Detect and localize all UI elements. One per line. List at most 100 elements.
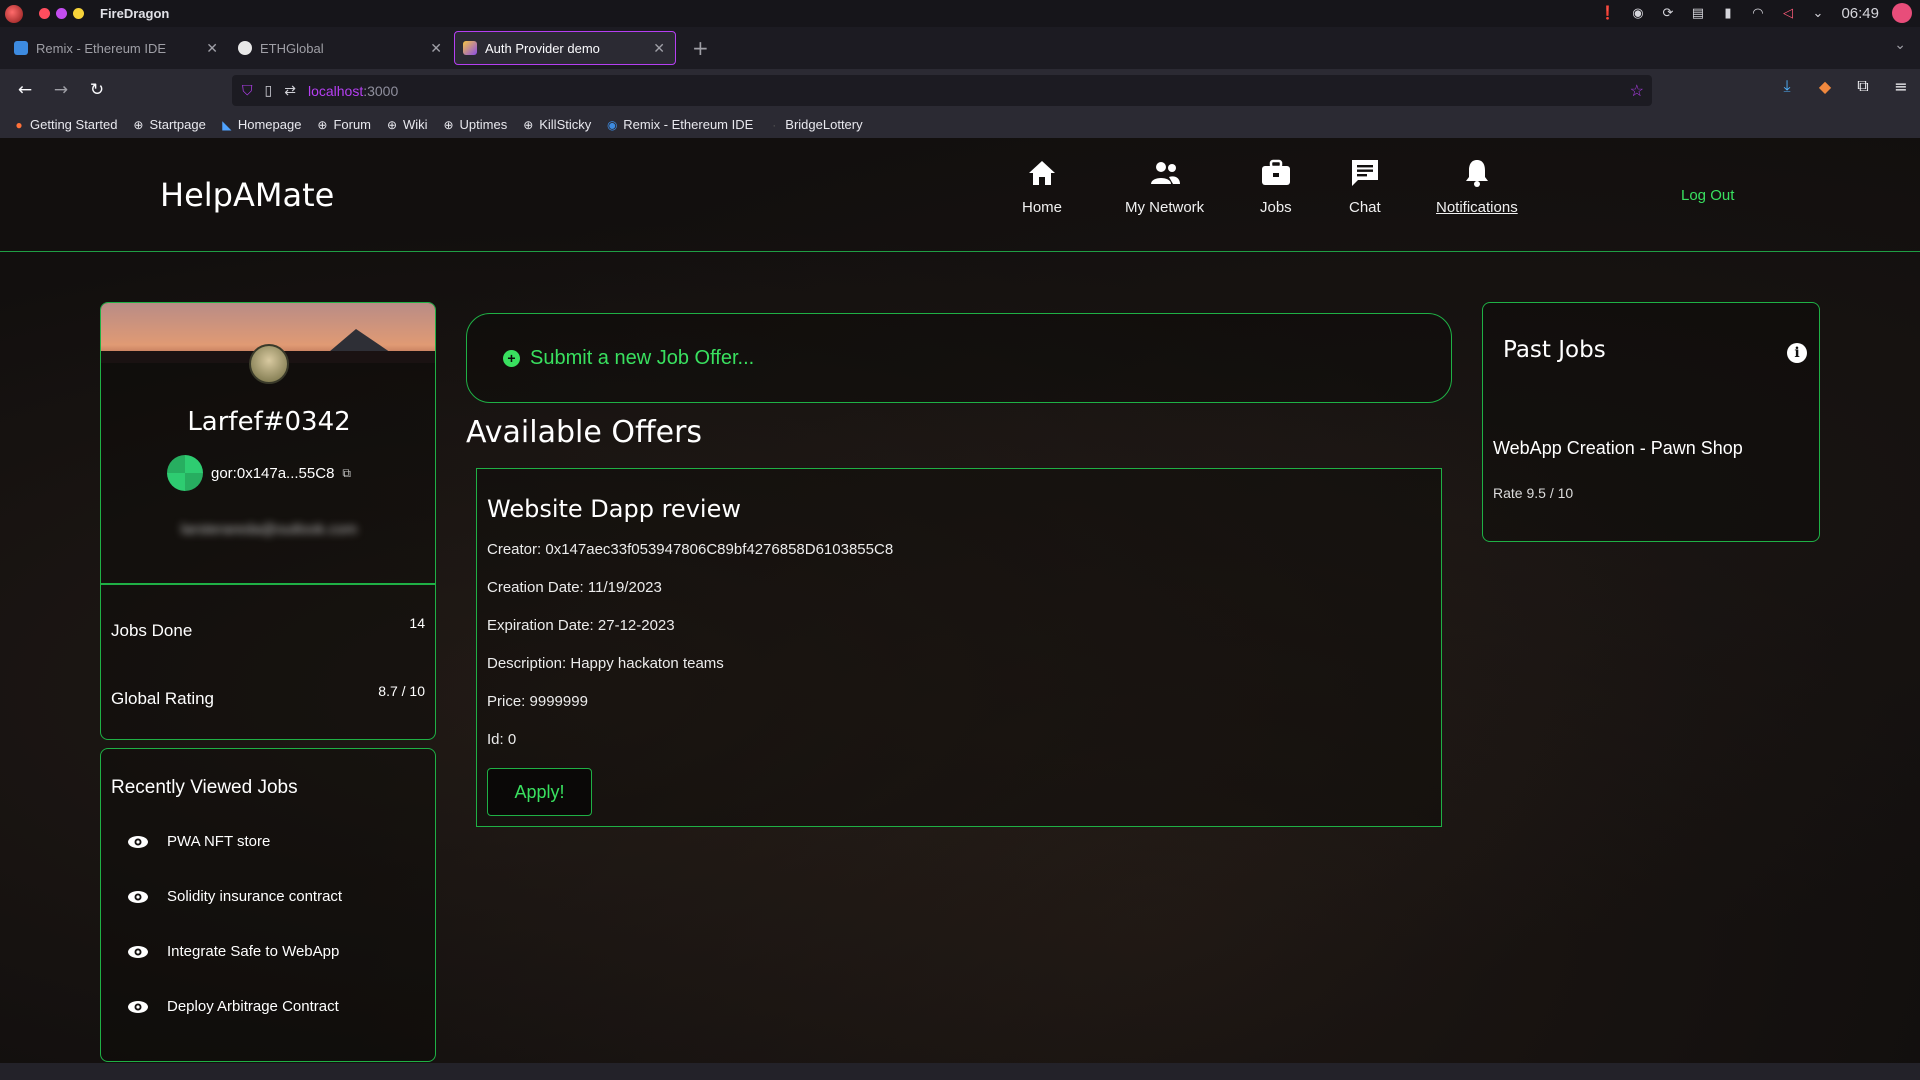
globe-icon: ⊕ (317, 117, 328, 132)
bookmark-bridgelottery[interactable]: · BridgeLottery (767, 117, 862, 132)
bookmark-label: Remix - Ethereum IDE (623, 117, 754, 132)
info-icon[interactable]: i (1787, 343, 1807, 363)
recent-item[interactable]: Integrate Safe to WebApp (127, 943, 339, 960)
available-offers-title: Available Offers (466, 415, 703, 450)
tab-auth-provider[interactable]: Auth Provider demo ✕ (454, 31, 676, 65)
discord-icon[interactable]: ◉ (1629, 5, 1646, 22)
bookmark-getting-started[interactable]: ● Getting Started (12, 117, 117, 132)
wifi-icon[interactable]: ◠ (1749, 5, 1766, 22)
maximize-window-button[interactable] (56, 8, 67, 19)
back-button[interactable]: ← (10, 75, 40, 105)
site-header: HelpAMate Home My Network Jobs Chat Noti… (0, 138, 1920, 252)
bookmark-label: BridgeLottery (785, 117, 863, 132)
stat-jobs-done: Jobs Done 14 (111, 615, 425, 641)
system-tray: ❗ ◉ ⟳ ▤ ▮ ◠ ◁ ⌄ 06:49 (1599, 3, 1912, 23)
eye-icon (127, 945, 149, 959)
recent-item-label: Deploy Arbitrage Contract (167, 998, 339, 1015)
download-icon[interactable]: ⤓ (1776, 75, 1798, 97)
eye-icon (127, 835, 149, 849)
offer-description: Description: Happy hackaton teams (487, 655, 724, 672)
offer-title: Website Dapp review (487, 495, 741, 523)
eye-icon (127, 890, 149, 904)
plus-circle-icon: + (503, 349, 520, 367)
copy-icon[interactable]: ⧉ (342, 466, 351, 481)
past-jobs-card: Past Jobs i WebApp Creation - Pawn Shop … (1482, 302, 1820, 542)
bookmark-wiki[interactable]: ⊕ Wiki (385, 117, 428, 132)
user-avatar[interactable] (1892, 3, 1912, 23)
bookmark-uptimes[interactable]: ⊕ Uptimes (442, 117, 508, 132)
bookmark-remix[interactable]: ◉ Remix - Ethereum IDE (605, 117, 753, 132)
bookmark-label: Homepage (237, 117, 302, 132)
menu-icon[interactable]: ≡ (1890, 75, 1912, 97)
close-icon[interactable]: ✕ (653, 40, 665, 57)
apply-button[interactable]: Apply! (487, 768, 592, 816)
clipboard-icon[interactable]: ▤ (1689, 5, 1706, 22)
profile-avatar[interactable] (249, 344, 289, 384)
stat-label: Jobs Done (111, 621, 193, 640)
recent-item[interactable]: Deploy Arbitrage Contract (127, 998, 339, 1015)
sync-icon[interactable]: ⟳ (1659, 5, 1676, 22)
recent-item[interactable]: Solidity insurance contract (127, 888, 342, 905)
nav-jobs[interactable]: Jobs (1260, 153, 1292, 216)
battery-icon[interactable]: ▮ (1719, 5, 1736, 22)
globe-icon: ⊕ (386, 117, 398, 132)
nav-home[interactable]: Home (1022, 153, 1062, 216)
permissions-icon[interactable]: ⇄ (284, 82, 296, 99)
nav-label: Home (1022, 199, 1063, 216)
metamask-icon[interactable]: ◆ (1814, 75, 1836, 97)
new-tab-button[interactable]: + (692, 36, 709, 60)
offer-id: Id: 0 (487, 731, 517, 748)
chevron-down-icon[interactable]: ⌄ (1809, 5, 1826, 22)
profile-card: Larfef#0342 gor:0x147a...55C8 ⧉ larstera… (100, 302, 436, 584)
site-brand[interactable]: HelpAMate (160, 176, 334, 214)
globe-icon: ⊕ (443, 117, 454, 132)
reload-button[interactable]: ↻ (82, 75, 112, 105)
remix-icon: ◉ (607, 117, 618, 132)
bookmark-star-icon[interactable]: ☆ (1630, 81, 1644, 101)
nav-notifications[interactable]: Notifications (1436, 153, 1518, 216)
homepage-icon: ◣ (222, 117, 232, 132)
past-job-title[interactable]: WebApp Creation - Pawn Shop (1493, 438, 1743, 459)
tab-bar: Remix - Ethereum IDE ✕ ETHGlobal ✕ Auth … (0, 27, 1920, 69)
logout-link[interactable]: Log Out (1681, 187, 1734, 204)
bookmark-label: Wiki (403, 117, 428, 132)
forward-button[interactable]: → (46, 75, 76, 105)
bookmark-killsticky[interactable]: ⊕ KillSticky (521, 117, 591, 132)
profile-name: Larfef#0342 (187, 407, 351, 437)
shield-icon[interactable]: ⛉ (242, 82, 253, 99)
alert-icon[interactable]: ❗ (1599, 5, 1616, 22)
submit-job-offer-button[interactable]: + Submit a new Job Offer... (466, 313, 1452, 403)
recent-item-label: Solidity insurance contract (167, 888, 343, 905)
nav-chat[interactable]: Chat (1349, 153, 1381, 216)
recent-item[interactable]: PWA NFT store (127, 833, 270, 850)
close-icon[interactable]: ✕ (430, 40, 442, 57)
minimize-window-button[interactable] (73, 8, 84, 19)
recently-viewed-card: Recently Viewed Jobs PWA NFT store Solid… (100, 748, 436, 1062)
navigation-toolbar: ← → ↻ ⛉ ▯ ⇄ localhost:3000 ☆ ⤓ ◆ ⧉ ≡ (0, 69, 1920, 111)
close-window-button[interactable] (39, 8, 50, 19)
chat-icon (1350, 153, 1380, 193)
offer-expiration-date: Expiration Date: 27-12-2023 (487, 617, 675, 634)
auth-favicon-icon (463, 41, 477, 55)
stat-global-rating: Global Rating 8.7 / 10 (111, 683, 425, 709)
extensions-icon[interactable]: ⧉ (1852, 75, 1874, 97)
recent-title: Recently Viewed Jobs (111, 777, 298, 798)
clock: 06:49 (1841, 4, 1879, 22)
close-icon[interactable]: ✕ (206, 40, 218, 57)
globe-icon: ⊕ (133, 117, 144, 132)
firefox-icon: ● (15, 117, 23, 132)
system-titlebar: FireDragon ❗ ◉ ⟳ ▤ ▮ ◠ ◁ ⌄ 06:49 (0, 0, 1920, 27)
bookmark-startpage[interactable]: ⊕ Startpage (131, 117, 205, 132)
page-icon[interactable]: ▯ (265, 82, 273, 99)
volume-icon[interactable]: ◁ (1779, 5, 1796, 22)
bookmark-homepage[interactable]: ◣ Homepage (220, 117, 302, 132)
url-bar[interactable]: ⛉ ▯ ⇄ localhost:3000 ☆ (232, 75, 1652, 106)
firedragon-logo-icon (5, 4, 23, 23)
bookmark-label: Forum (333, 117, 371, 132)
bookmark-label: Getting Started (30, 117, 118, 132)
tab-ethglobal[interactable]: ETHGlobal ✕ (230, 31, 452, 65)
tab-list-chevron-icon[interactable]: ⌄ (1894, 37, 1906, 53)
nav-my-network[interactable]: My Network (1125, 153, 1204, 216)
tab-remix[interactable]: Remix - Ethereum IDE ✕ (6, 31, 228, 65)
bookmark-forum[interactable]: ⊕ Forum (315, 117, 371, 132)
